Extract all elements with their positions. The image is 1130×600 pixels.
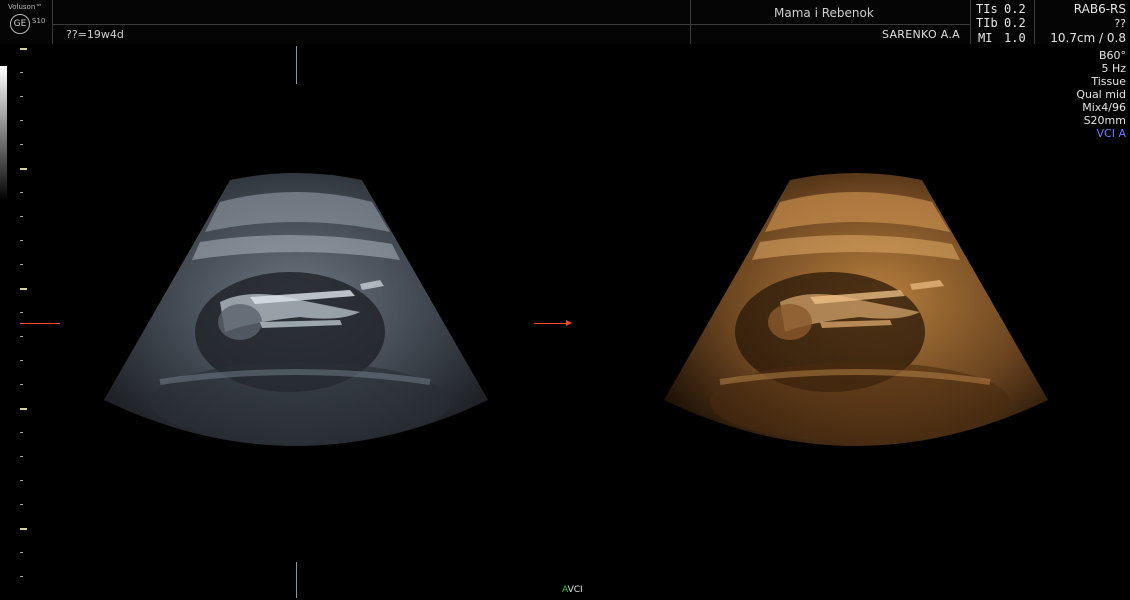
depth-tick [20, 456, 23, 457]
vci-mark-label: VCI [567, 585, 583, 595]
depth-tick [20, 504, 23, 505]
depth-tick [20, 96, 23, 97]
scan-line-top [296, 46, 297, 84]
depth-tick [20, 264, 23, 265]
institution-name: Mama i Rebenok [774, 6, 874, 20]
mi-label: MI [978, 31, 993, 45]
tis-label: TIs [976, 2, 998, 16]
depth-tick [20, 72, 23, 73]
header-divider [970, 0, 971, 44]
header-divider [52, 0, 53, 44]
param-angle: B60° [1098, 49, 1126, 62]
gestational-age: ??=19w4d [66, 28, 124, 41]
depth-info: 10.7cm / 0.8 [1050, 31, 1126, 45]
depth-tick-major [20, 168, 27, 170]
tib-label: TIb [976, 16, 998, 30]
model-text: S10 [32, 17, 46, 25]
depth-tick-major [20, 408, 27, 410]
depth-tick [20, 360, 23, 361]
depth-tick [20, 384, 23, 385]
depth-tick [20, 432, 23, 433]
probe-sub: ?? [1114, 17, 1126, 30]
header-divider [52, 24, 970, 25]
depth-tick [20, 552, 23, 553]
operator-name: SARENKO A.A [882, 28, 960, 41]
depth-tick-major [20, 48, 27, 50]
depth-tick [20, 480, 23, 481]
depth-tick [20, 312, 23, 313]
focus-arrow-icon [566, 320, 572, 326]
depth-tick-major [20, 528, 27, 530]
ultrasound-image-grey [104, 173, 488, 446]
brand-text: Voluson™ [8, 3, 43, 11]
param-preset: Tissue [1091, 75, 1126, 88]
tib-value: 0.2 [1004, 16, 1026, 30]
manufacturer-logo: Voluson™ GE S10 [4, 2, 46, 42]
mi-value: 1.0 [1004, 31, 1026, 45]
depth-tick [20, 144, 23, 145]
depth-tick [20, 216, 23, 217]
depth-tick [20, 120, 23, 121]
ge-logo-icon: GE [10, 14, 30, 34]
status-header [0, 0, 1130, 44]
probe-name: RAB6-RS [1073, 2, 1126, 16]
grayscale-bar [0, 66, 7, 201]
depth-tick [20, 192, 23, 193]
vci-marker: AVCI [562, 585, 583, 595]
focus-marker-left [20, 323, 60, 324]
param-vci: VCI A [1096, 127, 1126, 140]
tis-value: 0.2 [1004, 2, 1026, 16]
param-slice: S20mm [1083, 114, 1126, 127]
param-quality: Qual mid [1076, 88, 1126, 101]
depth-tick [20, 336, 23, 337]
depth-tick [20, 240, 23, 241]
param-mix: Mix4/96 [1082, 101, 1126, 114]
ultrasound-image-sepia [664, 173, 1048, 446]
header-divider [690, 0, 691, 44]
param-frame-rate: 5 Hz [1101, 62, 1126, 75]
header-divider [1034, 0, 1035, 44]
depth-tick [20, 576, 23, 577]
depth-tick-major [20, 288, 27, 290]
focus-marker-right [534, 323, 568, 324]
scan-line-bottom [296, 562, 297, 598]
